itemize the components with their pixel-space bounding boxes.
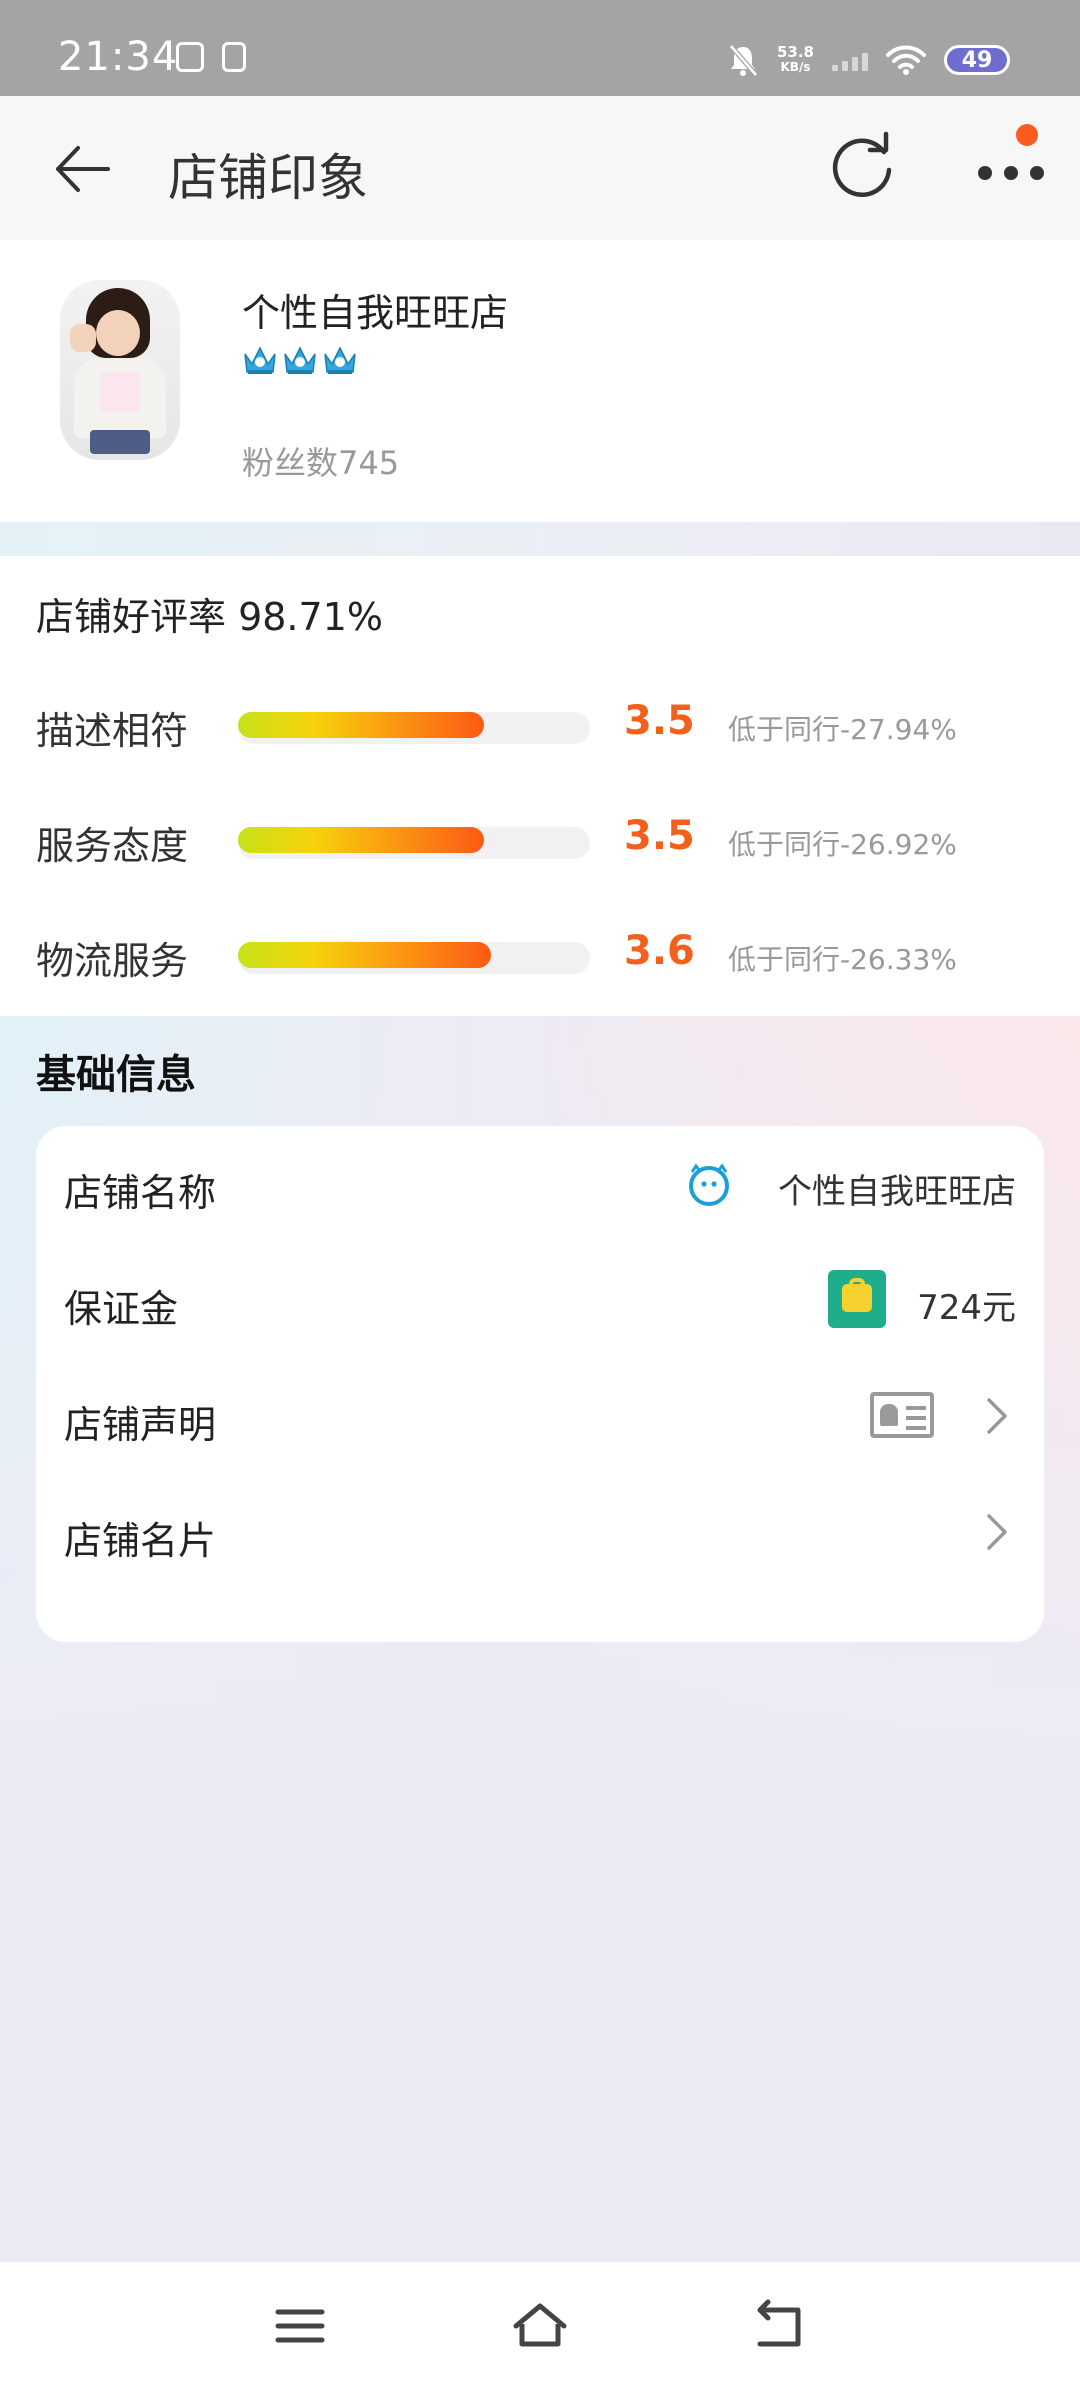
row-shop-statement[interactable]: 店铺声明 [36,1358,1044,1474]
status-bar: 21:34 53.8 KB/s 49 [0,0,1080,96]
screenshot-icon [176,42,204,72]
shop-level-crowns [242,344,358,376]
more-options-button[interactable] [970,124,1046,202]
rating-bar-fill [238,942,492,968]
mute-bell-icon [729,44,758,77]
rating-score: 3.6 [624,928,695,974]
row-label: 保证金 [64,1287,179,1331]
shop-info-card: 个性自我旺旺店 粉丝数745 [0,240,1080,522]
chevron-right-icon [987,1514,1007,1550]
wangwang-icon [689,1163,729,1206]
row-shop-card[interactable]: 店铺名片 [36,1474,1044,1590]
deposit-icon [828,1270,886,1328]
back-nav-icon[interactable] [750,2298,810,2354]
home-icon[interactable] [510,2298,570,2354]
crown-icon [284,346,316,374]
refresh-button[interactable] [826,130,900,204]
ratings-section: 店铺好评率 98.71% 描述相符 3.5 低于同行-27.94% 服务态度 3… [0,556,1080,1016]
status-icons: 53.8 KB/s 49 [727,38,1010,82]
page-title: 店铺印象 [168,149,368,207]
rating-score: 3.5 [624,813,695,859]
chevron-right-icon [987,1398,1007,1434]
rating-label: 服务态度 [36,824,189,868]
positive-rating: 店铺好评率 98.71% [36,595,383,639]
rating-comparison: 低于同行-26.92% [728,828,957,861]
rating-row-description: 描述相符 3.5 低于同行-27.94% [0,692,1080,753]
network-speed: 53.8 KB/s [777,45,814,75]
crown-icon [244,346,276,374]
network-speed-unit: KB/s [780,60,811,74]
follower-count: 粉丝数745 [242,444,400,482]
battery-icon: 49 [944,45,1010,75]
signal-icon [832,49,868,71]
shop-name: 个性自我旺旺店 [242,291,509,335]
row-label: 店铺名称 [64,1171,217,1215]
app-header: 店铺印象 [0,96,1080,240]
id-card-icon [870,1392,934,1438]
row-label: 店铺声明 [64,1403,217,1447]
rating-comparison: 低于同行-26.33% [728,943,957,976]
section-divider [0,522,1080,556]
rating-bar-track [238,712,590,744]
row-label: 店铺名片 [64,1519,217,1563]
rating-row-logistics: 物流服务 3.6 低于同行-26.33% [0,922,1080,983]
rating-score: 3.5 [624,698,695,744]
basic-info-title: 基础信息 [36,1052,196,1098]
rating-label: 描述相符 [36,709,189,753]
rating-bar-track [238,827,590,859]
page: 21:34 53.8 KB/s 49 店铺印象 个性自我旺旺店 粉丝数745 店… [0,0,1080,2388]
rating-bar-fill [238,712,485,738]
crown-icon [324,346,356,374]
rating-comparison: 低于同行-27.94% [728,713,957,746]
rating-row-service: 服务态度 3.5 低于同行-26.92% [0,807,1080,868]
system-nav-bar [0,2262,1080,2388]
notification-dot [1016,124,1038,146]
more-dots-icon [978,166,1044,180]
status-time: 21:34 [58,34,179,80]
network-speed-value: 53.8 [776,43,814,61]
basic-info-card: 店铺名称 个性自我旺旺店 保证金 724元 店铺声明 店铺名片 [36,1126,1044,1642]
row-deposit[interactable]: 保证金 724元 [36,1242,1044,1358]
rating-label: 物流服务 [36,939,189,983]
row-shop-name[interactable]: 店铺名称 个性自我旺旺店 [36,1126,1044,1242]
rating-bar-track [238,942,590,974]
back-button[interactable] [50,136,116,202]
shop-avatar[interactable] [60,280,180,460]
row-value: 个性自我旺旺店 [778,1172,1016,1212]
row-value: 724元 [917,1288,1016,1328]
menu-icon[interactable] [270,2298,330,2354]
document-icon [222,42,246,72]
rating-bar-fill [238,827,485,853]
wifi-icon [886,45,926,75]
